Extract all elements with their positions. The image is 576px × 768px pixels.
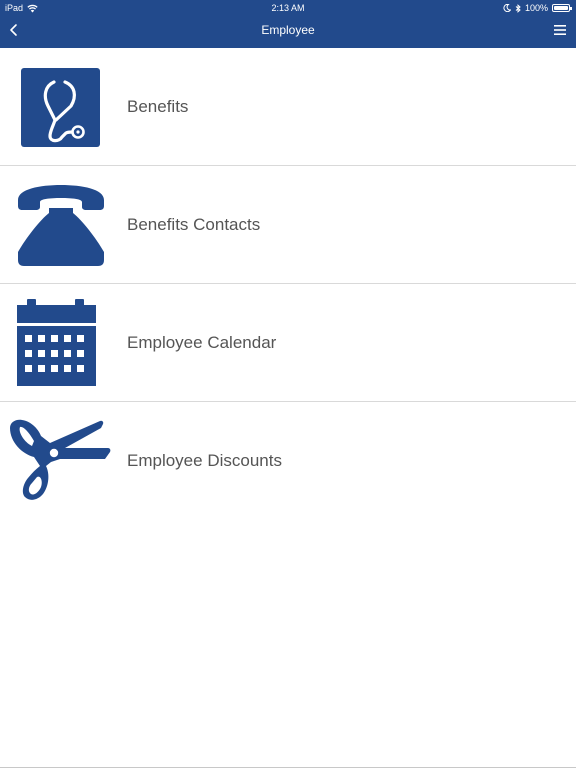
menu-item-label: Benefits Contacts	[127, 215, 261, 234]
menu-item-label: Benefits	[127, 97, 189, 116]
scissors-coupon-icon	[10, 419, 111, 500]
bluetooth-icon	[515, 3, 521, 13]
header-bar: iPad 2:13 AM 100% Employee	[0, 0, 576, 48]
moon-icon	[503, 4, 511, 12]
page-title: Employee	[261, 23, 315, 37]
menu-item-label: Employee Discounts	[127, 451, 282, 470]
status-right: 100%	[503, 0, 572, 16]
menu-item-benefits[interactable]: Benefits	[0, 48, 576, 166]
menu-item-benefits-contacts[interactable]: Benefits Contacts	[0, 166, 576, 284]
status-time: 2:13 AM	[271, 3, 305, 13]
menu-item-label: Employee Calendar	[127, 333, 277, 352]
battery-icon	[552, 4, 572, 12]
stethoscope-icon	[21, 68, 100, 147]
app-screen: iPad 2:13 AM 100% Employee Benefits Bene…	[0, 0, 576, 768]
calendar-icon	[17, 299, 96, 386]
nav-bar: Employee	[0, 16, 576, 48]
telephone-icon	[18, 185, 104, 266]
battery-percent: 100%	[524, 3, 548, 13]
menu-list: Benefits Benefits Contacts Employee Cale…	[0, 48, 576, 519]
hamburger-menu-icon	[554, 25, 566, 35]
menu-item-employee-calendar[interactable]: Employee Calendar	[0, 284, 576, 402]
menu-item-employee-discounts[interactable]: Employee Discounts	[0, 402, 576, 519]
menu-button[interactable]	[550, 20, 570, 40]
status-bar: iPad 2:13 AM 100%	[0, 0, 576, 16]
